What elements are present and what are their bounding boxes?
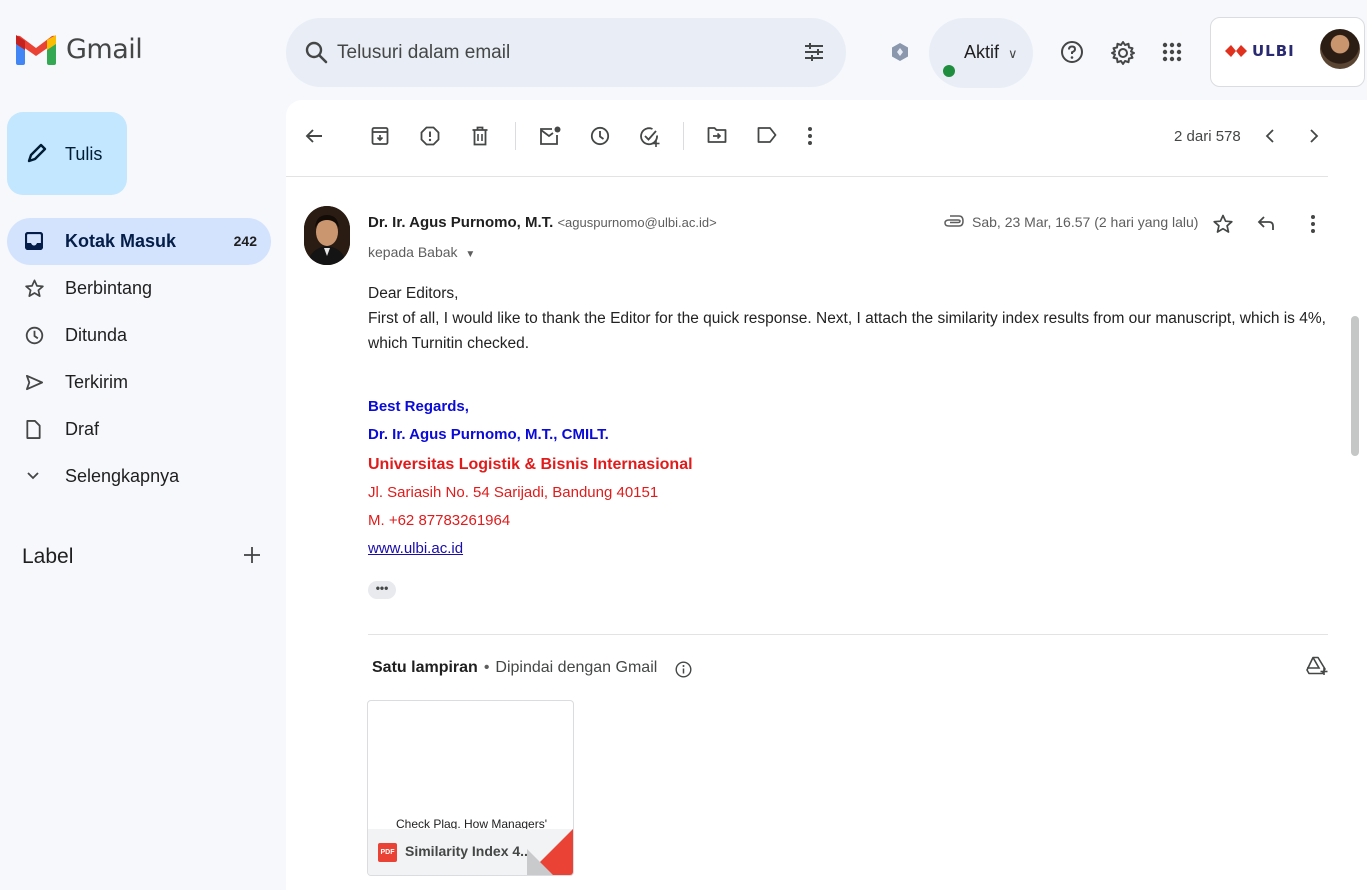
signature-address: Jl. Sariasih No. 54 Sarijadi, Bandung 40… [368,484,659,501]
delete-icon[interactable] [471,126,489,146]
add-task-icon[interactable] [639,126,661,148]
gmail-logo[interactable]: Gmail [16,34,143,65]
chevron-down-icon[interactable]: ∨ [1008,46,1018,62]
sidebar-item-sent[interactable]: Terkirim [7,359,271,406]
scan-note: Dipindai dengan Gmail [495,659,658,676]
recipient-line[interactable]: kepada Babak ▼ [368,244,475,260]
sidebar-item-label: Selengkapnya [65,466,180,486]
sidebar-item-starred[interactable]: Berbintang [7,265,271,312]
page-fold [527,849,553,875]
attachment-separator: • [483,659,490,676]
show-trimmed-content-button[interactable]: ••• [368,581,396,599]
inbox-icon [25,232,43,250]
app-name: Gmail [66,34,143,65]
sender-line[interactable]: Dr. Ir. Agus Purnomo, M.T. <aguspurnomo@… [368,214,717,231]
signature-name: Dr. Ir. Agus Purnomo, M.T., CMILT. [368,426,609,443]
attachment-card[interactable]: Check Plag. How Managers' PDF Similarity… [367,700,574,876]
more-vert-icon[interactable] [807,126,813,146]
status-dot [943,65,955,77]
message-panel: 2 dari 578 Dr. Ir. Agus Purnomo, M.T. <a… [286,100,1367,890]
sidebar-item-label: Draf [65,419,100,439]
sidebar-item-label: Berbintang [65,278,153,298]
message-body-line: First of all, I would like to thank the … [368,310,1326,327]
attachment-divider [368,634,1328,635]
snooze-clock-icon[interactable] [590,126,610,146]
message-date: Sab, 23 Mar, 16.57 (2 hari yang lalu) [972,214,1199,230]
sender-name: Dr. Ir. Agus Purnomo, M.T. [368,214,554,231]
sender-email: <aguspurnomo@ulbi.ac.id> [557,215,717,230]
caret-down-icon[interactable]: ▼ [465,249,475,260]
attachment-clip-icon [944,215,964,227]
search-input[interactable]: Telusuri dalam email [337,42,510,64]
compose-button[interactable]: Tulis [7,112,127,195]
apps-grid-icon[interactable] [1160,40,1184,64]
pdf-icon: PDF [378,843,397,862]
add-label-icon[interactable] [242,545,262,565]
ulbi-logo: ULBI [1225,42,1295,60]
next-chevron-icon[interactable] [1307,128,1321,144]
sidebar-item-drafts[interactable]: Draf [7,406,271,453]
gemini-icon[interactable] [890,42,910,62]
star-icon [25,279,44,298]
more-vert-icon[interactable] [1310,214,1316,234]
message-body-line: which Turnitin checked. [368,335,530,352]
label-tag-icon[interactable] [757,126,777,144]
sidebar-item-label: Terkirim [65,372,128,392]
unread-count: 242 [233,233,257,249]
help-icon[interactable] [1060,40,1084,64]
sender-avatar[interactable] [304,206,350,265]
pagination-text: 2 dari 578 [1174,128,1241,145]
status-label[interactable]: Aktif [964,42,999,63]
archive-icon[interactable] [371,126,389,146]
search-options-icon[interactable] [802,40,826,64]
report-spam-icon[interactable] [420,126,440,146]
sidebar-item-inbox[interactable]: Kotak Masuk 242 [7,218,271,265]
ulbi-logo-text: ULBI [1252,42,1295,60]
signature-phone: M. +62 87783261964 [368,512,511,529]
toolbar-divider [515,122,516,150]
mark-unread-icon[interactable] [539,126,561,146]
move-to-folder-icon[interactable] [707,126,727,144]
sidebar-item-snoozed[interactable]: Ditunda [7,312,271,359]
info-icon[interactable] [675,661,692,678]
signature-website-link[interactable]: www.ulbi.ac.id [368,538,463,560]
account-avatar[interactable] [1320,29,1360,69]
chevron-down-icon [25,467,41,483]
attachment-heading: Satu lampiran • Dipindai dengan Gmail [372,659,657,677]
labels-heading: Label [22,545,74,568]
toolbar-divider [683,122,684,150]
sidebar-item-label: Kotak Masuk [65,231,177,251]
attachment-filename: Similarity Index 4... [405,843,532,859]
compose-label: Tulis [65,144,103,164]
sidebar-item-label: Ditunda [65,325,128,345]
previous-chevron-icon[interactable] [1263,128,1277,144]
signature-regards: Best Regards, [368,398,469,415]
message-greeting: Dear Editors, [368,285,459,302]
scrollbar-thumb[interactable] [1351,316,1359,456]
back-arrow-icon[interactable] [304,126,324,146]
add-to-drive-icon[interactable] [1306,656,1328,676]
search-icon[interactable] [304,40,328,64]
star-icon[interactable] [1213,214,1233,234]
search-bar[interactable]: Telusuri dalam email [286,18,846,87]
reply-icon[interactable] [1257,214,1275,232]
signature-organization: Universitas Logistik & Bisnis Internasio… [368,456,693,473]
send-icon [25,373,44,392]
pencil-icon [26,142,48,164]
attachment-count: Satu lampiran [372,659,478,676]
top-bar: Gmail Telusuri dalam email Aktif ∨ ULBI [0,0,1367,104]
sidebar-item-more[interactable]: Selengkapnya [7,453,271,500]
gmail-m-icon [16,34,56,65]
draft-icon [25,420,42,439]
settings-gear-icon[interactable] [1110,40,1136,66]
recipient-text: kepada Babak [368,244,458,260]
toolbar-divider [286,176,1328,177]
clock-icon [25,326,44,345]
